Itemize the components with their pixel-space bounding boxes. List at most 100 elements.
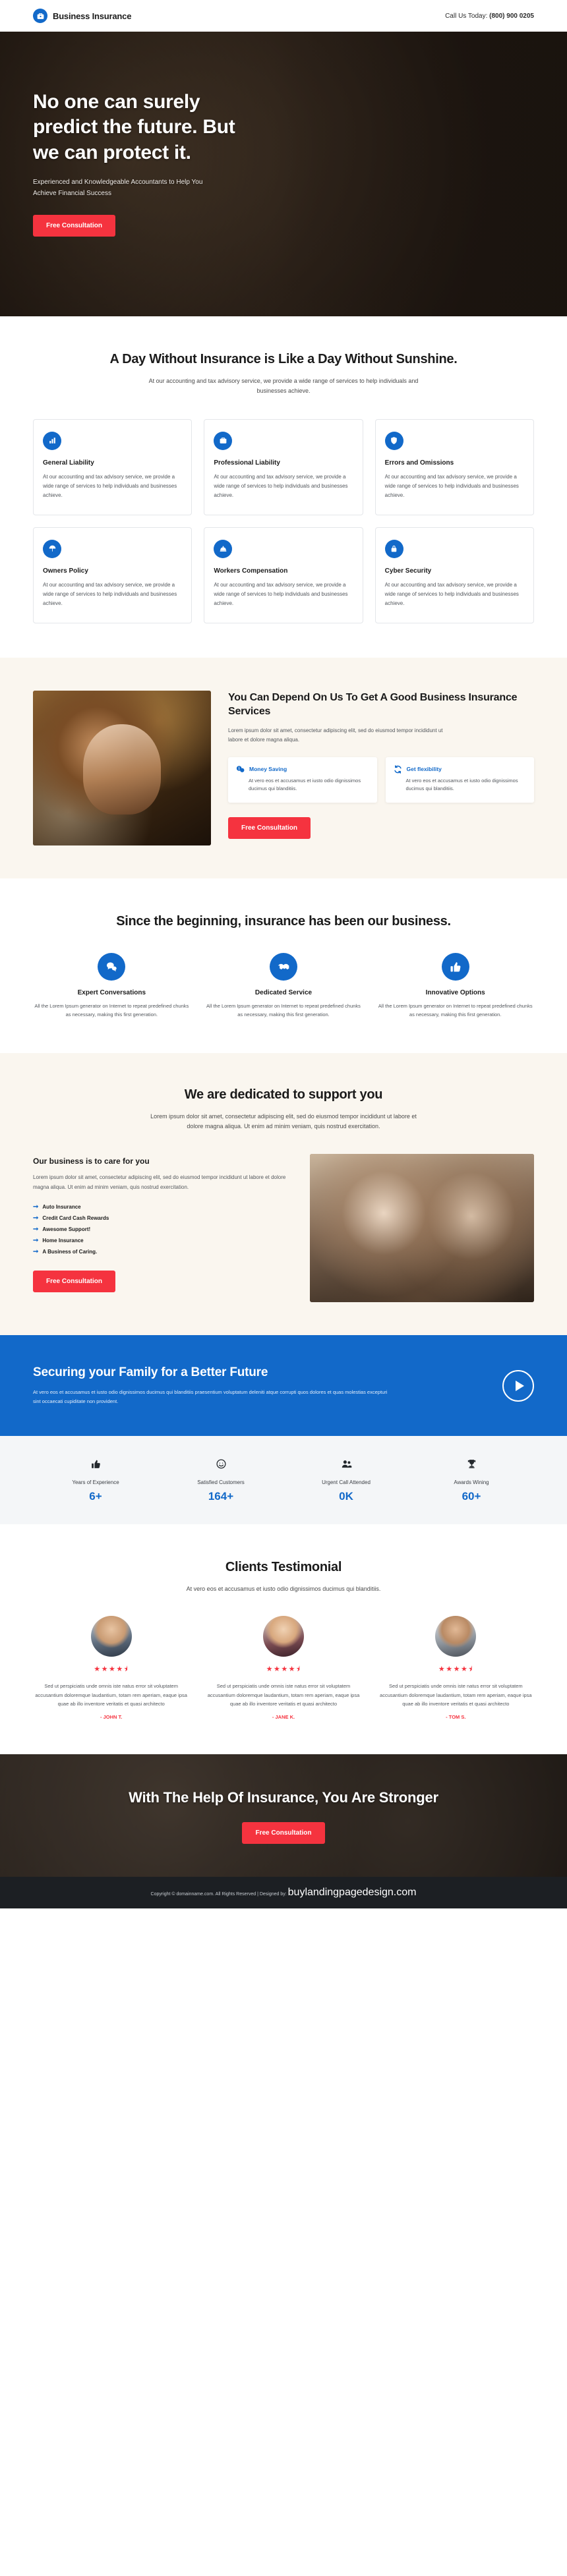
avatar (90, 1615, 132, 1657)
service-card[interactable]: Workers Compensation At our accounting a… (204, 527, 363, 623)
bottom-cta-section: With The Help Of Insurance, You Are Stro… (0, 1754, 567, 1877)
testimonial-text: Sed ut perspiciatis unde omnis iste natu… (207, 1682, 360, 1707)
arrow-right-icon: ➞ (33, 1247, 39, 1255)
hero-subtext: Experienced and Knowledgeable Accountant… (33, 179, 203, 197)
play-video-button[interactable] (502, 1369, 534, 1402)
brand-name: Business Insurance (53, 11, 132, 21)
support-title: We are dedicated to support you (184, 1087, 383, 1102)
umbrella-icon (43, 539, 61, 558)
service-title: Professional Liability (214, 459, 280, 467)
feature-item: Expert Conversations All the Lorem Ipsum… (33, 952, 191, 1019)
since-title: Since the beginning, insurance has been … (116, 913, 451, 929)
support-body: Lorem ipsum dolor sit amet, consectetur … (33, 1174, 286, 1190)
since-section: Since the beginning, insurance has been … (0, 878, 567, 1053)
testimonial-author: - JOHN T. (100, 1714, 123, 1721)
support-section: We are dedicated to support you Lorem ip… (0, 1052, 567, 1336)
thumbs-up-icon (441, 952, 469, 981)
shield-icon (384, 431, 403, 450)
services-subtitle: At our accounting and tax advisory servi… (148, 378, 419, 395)
service-card[interactable]: Errors and Omissions At our accounting a… (374, 418, 534, 515)
service-title: Owners Policy (43, 567, 88, 575)
blue-cta-section: Securing your Family for a Better Future… (0, 1335, 567, 1437)
blue-cta-text: At vero eos et accusamus et iusto odio d… (33, 1389, 388, 1404)
stat-label: Urgent Call Attended (322, 1479, 371, 1486)
hero-section: No one can surely predict the future. Bu… (0, 32, 567, 316)
testimonial-author: - JANE K. (272, 1714, 295, 1721)
list-item[interactable]: ➞ Home Insurance (33, 1235, 290, 1246)
refresh-icon (393, 764, 403, 774)
rating-stars: ★★★★⯨ (94, 1665, 129, 1673)
service-card[interactable]: Professional Liability At our accounting… (204, 418, 363, 515)
feature-item: Dedicated Service All the Lorem Ipsum ge… (205, 952, 363, 1019)
services-section: A Day Without Insurance is Like a Day Wi… (0, 316, 567, 658)
lock-icon (384, 539, 403, 558)
services-grid: General Liability At our accounting and … (33, 418, 534, 623)
depend-free-consultation-button[interactable]: Free Consultation (228, 817, 311, 840)
stat-item: Urgent Call Attended 0K (284, 1458, 409, 1503)
list-item-label: Awesome Support! (42, 1226, 91, 1233)
testimonial-item: ★★★★⯨ Sed ut perspiciatis unde omnis ist… (378, 1615, 534, 1720)
service-desc: At our accounting and tax advisory servi… (214, 581, 348, 606)
call-prefix: Call Us Today: (445, 12, 490, 20)
list-item-label: Home Insurance (42, 1238, 84, 1244)
trophy-icon (409, 1458, 534, 1473)
list-item-label: Credit Card Cash Rewards (42, 1215, 109, 1222)
bottom-free-consultation-button[interactable]: Free Consultation (242, 1821, 325, 1844)
testimonial-text: Sed ut perspiciatis unde omnis iste natu… (35, 1682, 187, 1707)
play-icon (515, 1380, 524, 1391)
list-item[interactable]: ➞ Auto Insurance (33, 1201, 290, 1213)
service-card[interactable]: General Liability At our accounting and … (33, 418, 193, 515)
footer-link[interactable]: buylandingpagedesign.com (288, 1887, 417, 1898)
testimonials-subtitle: At vero eos et accusamus et iusto odio d… (186, 1586, 381, 1593)
service-title: Errors and Omissions (384, 459, 454, 467)
call-us-today[interactable]: Call Us Today: (800) 900 0205 (445, 13, 534, 20)
service-card[interactable]: Cyber Security At our accounting and tax… (374, 527, 534, 623)
blue-cta-title: Securing your Family for a Better Future (33, 1365, 268, 1380)
stat-label: Awards Wining (454, 1479, 489, 1486)
depend-mini-cards: $ Money Saving At vero eos et accusamus … (228, 757, 534, 803)
depend-mini-card[interactable]: Get flexibility At vero eos et accusamus… (385, 757, 534, 803)
service-desc: At our accounting and tax advisory servi… (384, 581, 519, 606)
service-desc: At our accounting and tax advisory servi… (384, 473, 519, 498)
depend-lead: Lorem ipsum dolor sit amet, consectetur … (228, 727, 443, 743)
features-grid: Expert Conversations All the Lorem Ipsum… (33, 952, 534, 1019)
list-item[interactable]: ➞ A Business of Caring. (33, 1246, 290, 1257)
feature-title: Dedicated Service (254, 988, 313, 996)
list-item-label: A Business of Caring. (42, 1249, 98, 1255)
chart-bar-icon (43, 431, 61, 450)
stat-label: Satisfied Customers (197, 1479, 245, 1486)
hero-free-consultation-button[interactable]: Free Consultation (33, 215, 116, 237)
service-title: Cyber Security (384, 567, 432, 575)
list-item[interactable]: ➞ Credit Card Cash Rewards (33, 1213, 290, 1224)
footer: Copyright © domainname.com. All Rights R… (0, 1877, 567, 1909)
page-root: Business Insurance Call Us Today: (800) … (0, 0, 567, 1909)
woman-reading-photo (33, 690, 211, 845)
feature-item: Innovative Options All the Lorem Ipsum g… (376, 952, 534, 1019)
phone-number[interactable]: (800) 900 0205 (489, 13, 534, 20)
bottom-cta-title: With The Help Of Insurance, You Are Stro… (129, 1789, 438, 1806)
thumbs-up-icon (33, 1458, 158, 1473)
brand[interactable]: Business Insurance (33, 9, 131, 23)
service-desc: At our accounting and tax advisory servi… (214, 473, 348, 498)
depend-mini-card[interactable]: $ Money Saving At vero eos et accusamus … (228, 757, 377, 803)
support-free-consultation-button[interactable]: Free Consultation (33, 1271, 116, 1293)
service-card[interactable]: Owners Policy At our accounting and tax … (33, 527, 193, 623)
feature-desc: All the Lorem Ipsum generator on Interne… (378, 1002, 533, 1017)
chat-bubble-icon (98, 952, 126, 981)
depend-title: You Can Depend On Us To Get A Good Busin… (228, 691, 518, 718)
testimonial-item: ★★★★⯨ Sed ut perspiciatis unde omnis ist… (33, 1615, 189, 1721)
arrow-right-icon: ➞ (33, 1236, 39, 1244)
stats-section: Years of Experience 6+ Satisfied Custome… (0, 1436, 567, 1525)
rating-stars: ★★★★⯨ (266, 1665, 301, 1673)
briefcase-icon (214, 431, 233, 450)
stat-value: 164+ (208, 1490, 234, 1503)
stat-item: Awards Wining 60+ (409, 1458, 534, 1503)
stat-value: 0K (339, 1490, 353, 1503)
depend-section: You Can Depend On Us To Get A Good Busin… (0, 657, 567, 878)
support-bullet-list: ➞ Auto Insurance ➞ Credit Card Cash Reward… (33, 1201, 290, 1257)
users-icon (284, 1458, 409, 1473)
money-chat-icon: $ (235, 764, 245, 774)
testimonial-text: Sed ut perspiciatis unde omnis iste natu… (380, 1682, 532, 1707)
list-item[interactable]: ➞ Awesome Support! (33, 1224, 290, 1235)
testimonial-item: ★★★★⯨ Sed ut perspiciatis unde omnis ist… (205, 1615, 361, 1721)
